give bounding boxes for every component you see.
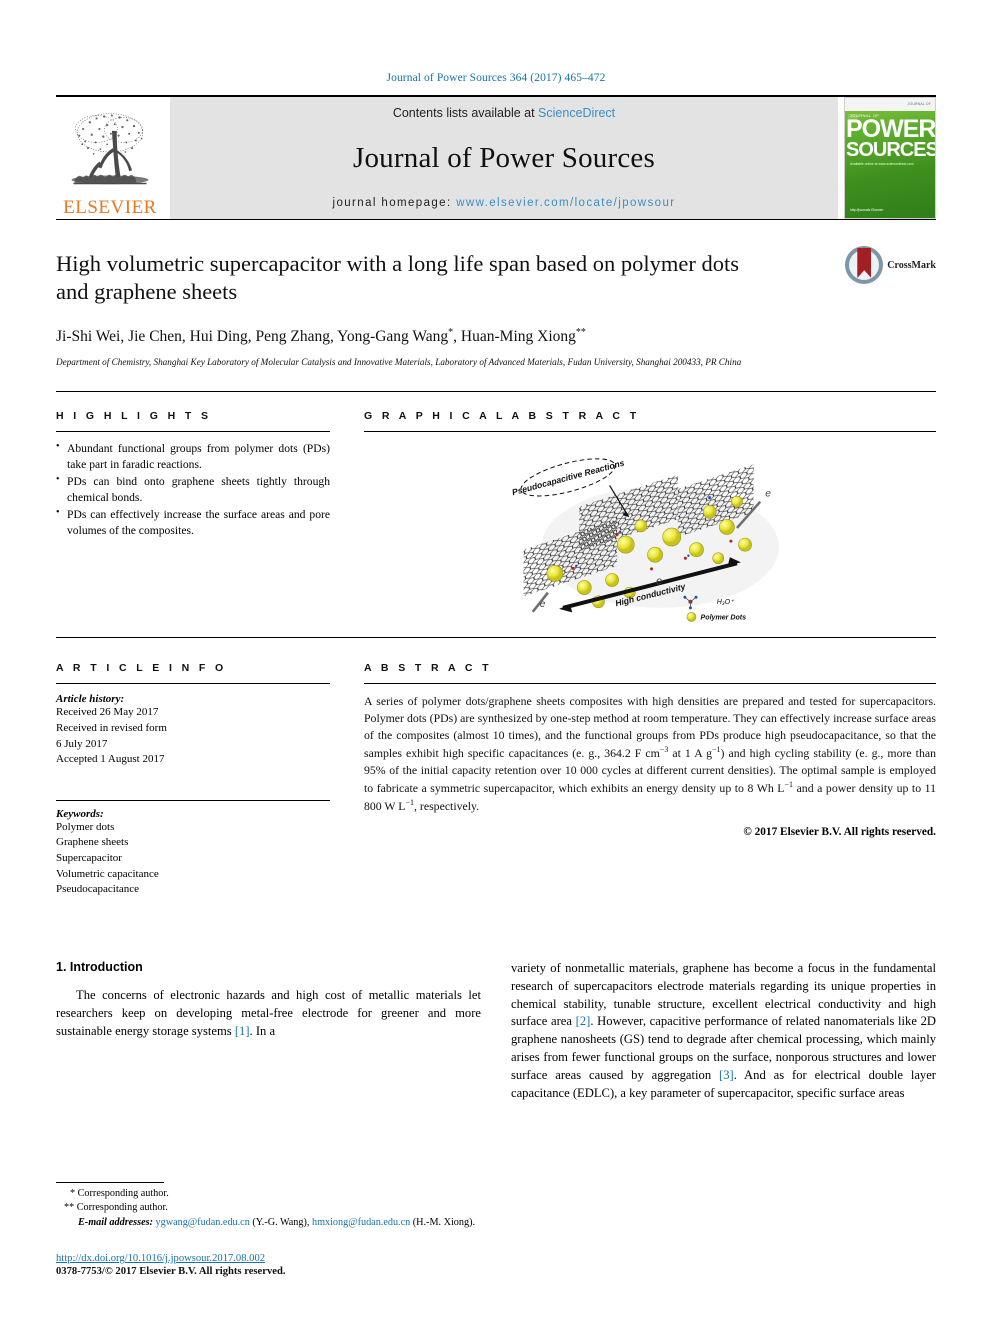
title-block: High volumetric supercapacitor with a lo… [56,220,936,369]
elsevier-logo: ELSEVIER [56,97,164,219]
keyword-item: Volumetric capacitance [56,867,159,880]
page-footer: http://dx.doi.org/10.1016/j.jpowsour.201… [56,1248,556,1277]
abstract-copyright: © 2017 Elsevier B.V. All rights reserved… [743,826,936,838]
highlights-list: Abundant functional groups from polymer … [56,440,330,539]
articleinfo-abstract-panel: A R T I C L E I N F O Article history: R… [56,638,936,897]
email-owner-2: (H.-M. Xiong). [412,1217,476,1229]
abstract-heading: A B S T R A C T [364,662,492,675]
elsevier-wordmark: ELSEVIER [63,197,157,218]
footnotes: * Corresponding author. ** Corresponding… [56,1181,481,1231]
email-link-2[interactable]: hmxiong@fudan.edu.cn [312,1217,410,1228]
highlights-heading: H I G H L I G H T S [56,410,212,423]
label-electron-mid: e [656,576,662,588]
body-column-right: variety of nonmetallic materials, graphe… [511,960,936,1103]
sciencedirect-link[interactable]: ScienceDirect [538,106,615,120]
crossmark-badge[interactable]: CrossMark [845,246,936,284]
list-item: Abundant functional groups from polymer … [56,440,330,473]
article-page: Journal of Power Sources 364 (2017) 465–… [0,0,992,1323]
homepage-label: journal homepage: [332,197,457,209]
article-history-label: Article history: [56,693,125,706]
abstract-section: A B S T R A C T A series of polymer dots… [364,662,936,897]
issn-copyright: 0378-7753/© 2017 Elsevier B.V. All right… [56,1266,286,1277]
graphical-abstract-heading: G R A P H I C A L A B S T R A C T [364,410,640,423]
section-heading-introduction: 1. Introduction [56,959,143,974]
page-title: High volumetric supercapacitor with a lo… [56,251,739,305]
journal-banner: Contents lists available at ScienceDirec… [170,97,838,219]
journal-title: Journal of Power Sources [353,142,655,174]
email-link-1[interactable]: ygwang@fudan.edu.cn [156,1217,250,1228]
cover-strip-text: JOURNAL OF [907,102,931,106]
contents-line: Contents lists available at ScienceDirec… [393,106,615,120]
abstract-text: A series of polymer dots/graphene sheets… [364,694,936,814]
journal-cover-image: JOURNAL OF JOURNAL OF POWER SOURCES Avai… [844,97,936,219]
doi-link[interactable]: http://dx.doi.org/10.1016/j.jpowsour.201… [56,1253,265,1264]
history-item: Received in revised form [56,721,167,734]
affiliation: Department of Chemistry, Shanghai Key La… [56,357,742,367]
cover-top-strip: JOURNAL OF [845,98,935,111]
label-electron-top: e [765,489,771,500]
list-item: PDs can effectively increase the surface… [56,506,330,539]
body-paragraph: variety of nonmetallic materials, graphe… [511,960,936,1100]
crossmark-icon [845,246,884,284]
cover-title-line2: SOURCES [846,139,936,161]
keywords-label: Keywords: [56,807,104,820]
keyword-item: Pseudocapacitance [56,883,140,896]
label-pseudocapacitive: Pseudocapacitive Reactions [511,458,626,498]
graphene-polymer-dots-illustration: Pseudocapacitive Reactions e e High cond… [511,458,779,623]
email-addresses-label: E-mail addresses: [78,1217,153,1229]
highlights-section: H I G H L I G H T S Abundant functional … [56,410,330,623]
label-polymer-dots: Polymer Dots [701,615,747,622]
elsevier-tree-icon [71,113,149,185]
author-list: Ji-Shi Wei, Jie Chen, Hui Ding, Peng Zha… [56,327,586,346]
cover-footer: http://journals Elsevier [850,207,884,212]
footnote-emails: E-mail addresses: ygwang@fudan.edu.cn (Y… [56,1216,481,1231]
body-columns: 1. Introduction The concerns of electron… [56,960,936,1103]
graphical-abstract-section: G R A P H I C A L A B S T R A C T Pseudo… [364,410,936,623]
keyword-item: Graphene sheets [56,836,129,849]
history-item: 6 July 2017 [56,737,108,750]
journal-masthead: ELSEVIER Contents lists available at Sci… [56,97,936,219]
history-item: Accepted 1 August 2017 [56,753,165,766]
crossmark-label: CrossMark [887,259,936,271]
homepage-link[interactable]: www.elsevier.com/locate/jpowsour [456,197,675,209]
footnote-corresponding-2: ** Corresponding author. [64,1202,168,1214]
article-info-section: A R T I C L E I N F O Article history: R… [56,662,330,897]
contents-prefix: Contents lists available at [392,106,539,120]
highlights-graphical-panel: H I G H L I G H T S Abundant functional … [56,392,936,623]
article-info-heading: A R T I C L E I N F O [56,662,227,675]
keyword-item: Supercapacitor [56,852,122,864]
list-item: PDs can bind onto graphene sheets tightl… [56,473,330,506]
history-item: Received 26 May 2017 [56,706,159,719]
footnote-corresponding-1: * Corresponding author. [70,1187,169,1199]
keyword-item: Polymer dots [56,820,115,833]
cover-subtitle: Available online at www.sciencedirect.co… [850,162,914,166]
body-column-left: 1. Introduction The concerns of electron… [56,960,481,1103]
journal-homepage-line: journal homepage: www.elsevier.com/locat… [333,197,676,209]
body-paragraph: The concerns of electronic hazards and h… [56,987,481,1038]
graphical-abstract-figure: Pseudocapacitive Reactions e e High cond… [364,441,936,623]
email-owner-1: (Y.-G. Wang), [252,1217,310,1229]
label-electron-bottom: e [540,599,546,610]
cover-title-line1: POWER [846,115,936,143]
label-hydronium: H₃O⁺ [717,599,735,606]
running-head: Journal of Power Sources 364 (2017) 465–… [386,72,606,84]
